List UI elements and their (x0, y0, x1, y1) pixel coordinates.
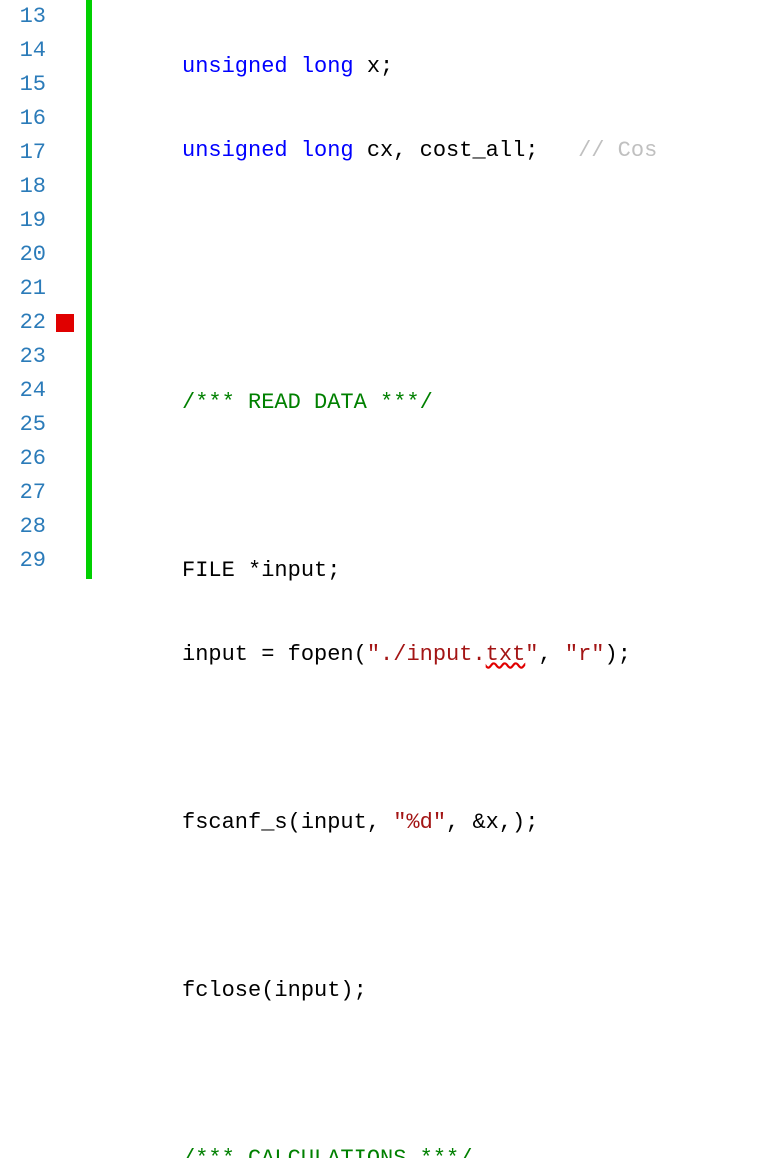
marker-margin[interactable] (52, 0, 86, 579)
line-number[interactable]: 13 (0, 0, 46, 34)
keyword: unsigned (182, 138, 288, 163)
line-number[interactable]: 25 (0, 408, 46, 442)
line-number[interactable]: 27 (0, 476, 46, 510)
code-line: fclose(input); (182, 974, 772, 1008)
code-line (182, 218, 772, 252)
code-text: FILE *input; (182, 558, 340, 583)
error-marker-icon[interactable] (56, 314, 74, 332)
code-line (182, 1058, 772, 1092)
line-number[interactable]: 18 (0, 170, 46, 204)
line-number[interactable]: 17 (0, 136, 46, 170)
string-literal-error: txt (486, 642, 526, 667)
code-line (182, 722, 772, 756)
code-line: fscanf_s(input, "%d", &x,); (182, 806, 772, 840)
code-line (182, 470, 772, 504)
line-number[interactable]: 19 (0, 204, 46, 238)
line-number[interactable]: 22 (0, 306, 46, 340)
code-text: x; (354, 54, 394, 79)
line-number[interactable]: 21 (0, 272, 46, 306)
code-text: input = fopen( (182, 642, 367, 667)
line-number[interactable]: 16 (0, 102, 46, 136)
code-text-area[interactable]: unsigned long x; unsigned long cx, cost_… (92, 0, 772, 579)
string-literal: "./input. (367, 642, 486, 667)
keyword: long (301, 138, 354, 163)
code-text: fscanf_s(input, (182, 810, 393, 835)
code-line: unsigned long x; (182, 50, 772, 84)
line-number[interactable]: 24 (0, 374, 46, 408)
code-line: unsigned long cx, cost_all; // Cos (182, 134, 772, 168)
line-number[interactable]: 15 (0, 68, 46, 102)
code-text: , (538, 642, 564, 667)
code-text: fclose(input); (182, 978, 367, 1003)
line-number[interactable]: 14 (0, 34, 46, 68)
code-text: cx, cost_all; (354, 138, 578, 163)
comment: /*** READ DATA ***/ (182, 390, 433, 415)
comment: /*** CALCULATIONS ***/ (182, 1146, 472, 1158)
keyword: long (301, 54, 354, 79)
line-number[interactable]: 23 (0, 340, 46, 374)
code-line: FILE *input; (182, 554, 772, 588)
code-text: ); (605, 642, 631, 667)
line-number[interactable]: 20 (0, 238, 46, 272)
string-literal: "%d" (393, 810, 446, 835)
code-line: input = fopen("./input.txt", "r"); (182, 638, 772, 672)
string-literal: "r" (565, 642, 605, 667)
code-editor: 13 14 15 16 17 18 19 20 21 22 23 24 25 2… (0, 0, 772, 579)
code-line (182, 302, 772, 336)
code-line (182, 890, 772, 924)
comment: // Cos (578, 138, 657, 163)
code-text: , &x,); (446, 810, 538, 835)
line-number-gutter: 13 14 15 16 17 18 19 20 21 22 23 24 25 2… (0, 0, 52, 579)
code-line: /*** CALCULATIONS ***/ (182, 1142, 772, 1158)
line-number[interactable]: 29 (0, 544, 46, 578)
line-number[interactable]: 26 (0, 442, 46, 476)
string-literal: " (525, 642, 538, 667)
line-number[interactable]: 28 (0, 510, 46, 544)
code-line: /*** READ DATA ***/ (182, 386, 772, 420)
keyword: unsigned (182, 54, 288, 79)
